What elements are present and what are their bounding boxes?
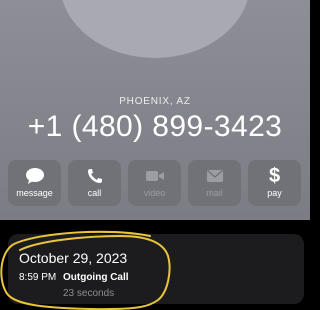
call-date: October 29, 2023	[19, 250, 128, 266]
contact-phone-number[interactable]: +1 (480) 899-3423	[0, 110, 310, 144]
contact-actions: message call video mail $ pay	[8, 160, 302, 206]
video-camera-icon	[128, 166, 181, 186]
contact-header: PHOENIX, AZ +1 (480) 899-3423 message ca…	[0, 0, 310, 220]
mail-button[interactable]: mail	[188, 160, 241, 206]
contact-location: PHOENIX, AZ	[119, 96, 191, 107]
video-button[interactable]: video	[128, 160, 181, 206]
call-button[interactable]: call	[68, 160, 121, 206]
call-type: Outgoing Call	[63, 272, 129, 283]
message-button[interactable]: message	[8, 160, 61, 206]
dollar-sign-icon: $	[268, 164, 281, 187]
phone-icon	[68, 166, 121, 186]
video-label: video	[143, 188, 166, 198]
pay-label: pay	[267, 188, 282, 198]
call-label: call	[87, 188, 102, 198]
call-history-card: October 29, 2023 8:59 PM Outgoing Call 2…	[8, 234, 304, 304]
pay-button[interactable]: $ pay	[248, 160, 301, 206]
message-label: message	[16, 188, 53, 198]
message-bubble-icon	[8, 166, 61, 186]
mail-label: mail	[206, 188, 223, 198]
call-time: 8:59 PM	[19, 272, 57, 283]
mail-envelope-icon	[188, 166, 241, 186]
call-duration: 23 seconds	[63, 288, 115, 299]
contact-avatar	[60, 0, 250, 58]
